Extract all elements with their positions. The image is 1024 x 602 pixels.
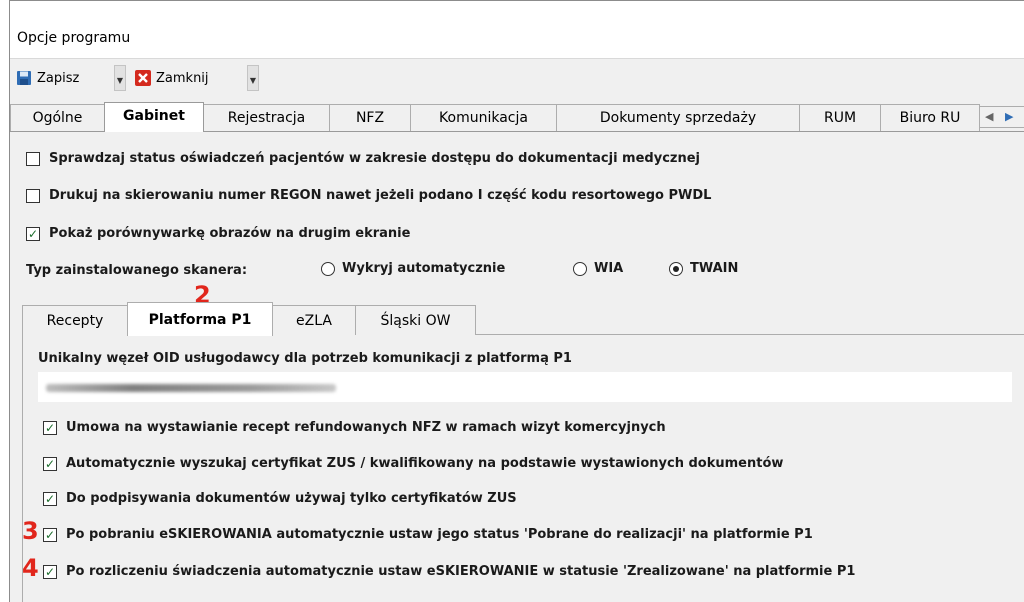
save-label: Zapisz (37, 70, 80, 86)
radio-twain[interactable] (669, 262, 683, 276)
title-bar: Opcje programu (10, 1, 1024, 59)
tab-rum[interactable]: RUM (799, 104, 881, 131)
tab-slaski-ow[interactable]: Śląski OW (355, 305, 476, 335)
checkbox-auto-certyfikat[interactable]: ✓ (43, 457, 57, 471)
tab-komunikacja[interactable]: Komunikacja (410, 104, 557, 131)
radio-wia[interactable] (573, 262, 587, 276)
window-title: Opcje programu (17, 30, 131, 46)
checkbox-drukuj-regon[interactable] (26, 189, 40, 203)
main-tab-strip: Ogólne Gabinet Rejestracja NFZ Komunikac… (10, 102, 1024, 132)
tab-gabinet[interactable]: Gabinet (104, 102, 204, 132)
tab-biuro-ru[interactable]: Biuro RU (880, 104, 980, 131)
scroll-left-icon[interactable]: ◀ (985, 110, 993, 123)
annotation-3: 3 (22, 517, 39, 545)
checkbox-pobrane-do-realizacji[interactable]: ✓ (43, 528, 57, 542)
option-label: Automatycznie wyszukaj certyfikat ZUS / … (66, 456, 784, 471)
redacted-value (46, 384, 336, 392)
tab-recepty[interactable]: Recepty (22, 305, 128, 335)
radio-label: WIA (594, 261, 624, 276)
toolbar: Zapisz ▼ Zamknij ▼ (10, 59, 1024, 97)
radio-label: Wykryj automatycznie (342, 261, 506, 276)
tab-nfz[interactable]: NFZ (329, 104, 411, 131)
tab-rejestracja[interactable]: Rejestracja (203, 104, 330, 131)
radio-label: TWAIN (690, 261, 739, 276)
checkbox-sprawdzaj-status[interactable] (26, 152, 40, 166)
checkbox-porownywarka[interactable]: ✓ (26, 227, 40, 241)
oid-label: Unikalny węzeł OID usługodawcy dla potrz… (38, 351, 572, 366)
floppy-disk-icon (17, 71, 31, 85)
tab-platforma-p1[interactable]: Platforma P1 (127, 302, 273, 336)
checkbox-tylko-zus[interactable]: ✓ (43, 492, 57, 506)
radio-wykryj[interactable] (321, 262, 335, 276)
tab-dokumenty-sprzedazy[interactable]: Dokumenty sprzedaży (556, 104, 800, 131)
close-icon (135, 70, 151, 86)
option-label: Do podpisywania dokumentów używaj tylko … (66, 491, 517, 506)
option-label: Po rozliczeniu świadczenia automatycznie… (66, 564, 856, 579)
option-label: Po pobraniu eSKIEROWANIA automatycznie u… (66, 527, 813, 542)
oid-input[interactable] (38, 372, 1012, 402)
tab-scroll-arrows[interactable]: ◀ ▶ (979, 106, 1024, 128)
scroll-right-icon[interactable]: ▶ (1005, 110, 1013, 123)
close-label: Zamknij (156, 70, 209, 86)
checkbox-umowa-recepty[interactable]: ✓ (43, 421, 57, 435)
save-button[interactable]: Zapisz (16, 65, 79, 91)
close-dropdown-arrow[interactable]: ▼ (247, 65, 259, 91)
option-label: Pokaż porównywarkę obrazów na drugim ekr… (49, 226, 411, 241)
checkbox-zrealizowane[interactable]: ✓ (43, 565, 57, 579)
tab-ezla[interactable]: eZLA (272, 305, 356, 335)
save-dropdown-arrow[interactable]: ▼ (114, 65, 126, 91)
option-label: Drukuj na skierowaniu numer REGON nawet … (49, 188, 712, 203)
option-label: Sprawdzaj status oświadczeń pacjentów w … (49, 151, 700, 166)
close-button[interactable]: Zamknij (135, 65, 209, 91)
annotation-4: 4 (22, 554, 39, 582)
option-label: Umowa na wystawianie recept refundowanyc… (66, 420, 666, 435)
scanner-type-label: Typ zainstalowanego skanera: (26, 263, 248, 278)
tab-ogolne[interactable]: Ogólne (10, 104, 105, 131)
